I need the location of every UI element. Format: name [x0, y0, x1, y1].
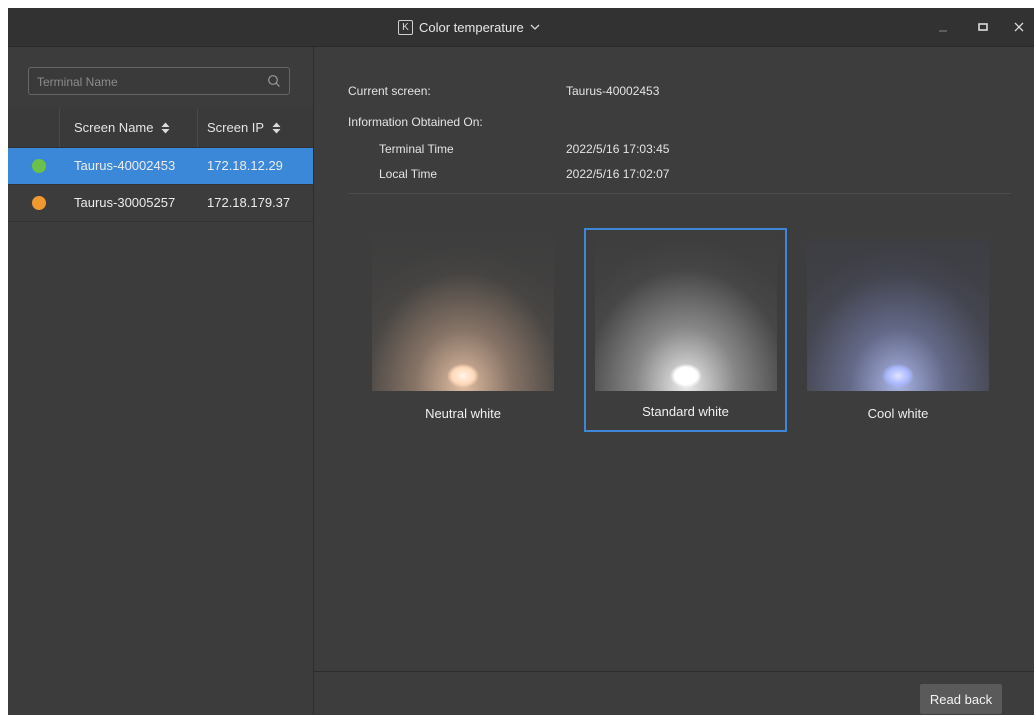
maximize-icon [978, 23, 988, 31]
terminal-time-label: Terminal Time [379, 142, 454, 156]
status-warning-icon [32, 196, 46, 210]
current-screen-value: Taurus-40002453 [566, 84, 660, 98]
column-divider [59, 109, 60, 147]
terminal-time-value: 2022/5/16 17:03:45 [566, 142, 670, 156]
table-row[interactable]: Taurus-30005257 172.18.179.37 [8, 185, 313, 222]
table-row[interactable]: Taurus-40002453 172.18.12.29 [8, 148, 313, 185]
screen-ip-cell: 172.18.179.37 [207, 195, 291, 210]
screen-name-cell: Taurus-40002453 [74, 158, 176, 173]
preset-label: Cool white [867, 406, 929, 421]
standard-white-lamp-image [595, 239, 777, 391]
column-divider [197, 109, 198, 147]
sort-icon [272, 122, 281, 133]
local-time-value: 2022/5/16 17:02:07 [566, 167, 670, 181]
local-time-label: Local Time [379, 167, 438, 181]
title-bar: K Color temperature [8, 8, 1034, 47]
screen-name-column-header[interactable]: Screen Name [74, 120, 170, 135]
table-header: Screen Name Screen IP [8, 109, 313, 148]
search-icon[interactable] [267, 74, 281, 88]
close-button[interactable] [1012, 20, 1026, 34]
screen-name-header-label: Screen Name [74, 120, 154, 135]
terminal-search-box [28, 67, 290, 95]
screen-name-cell: Taurus-30005257 [74, 195, 176, 210]
color-temperature-panel: Current screen: Taurus-40002453 Informat… [314, 47, 1034, 715]
preset-cool-white[interactable]: Cool white [797, 229, 999, 431]
close-icon [1014, 22, 1024, 32]
section-divider [348, 193, 1011, 194]
footer-divider [314, 671, 1034, 672]
cool-white-lamp-image [807, 239, 989, 391]
screen-ip-cell: 172.18.12.29 [207, 158, 283, 173]
status-online-icon [32, 159, 46, 173]
screen-ip-column-header[interactable]: Screen IP [207, 120, 281, 135]
screen-ip-header-label: Screen IP [207, 120, 265, 135]
kelvin-icon: K [398, 19, 413, 35]
read-back-button[interactable]: Read back [920, 684, 1002, 714]
terminal-search-input[interactable] [35, 71, 259, 93]
minimize-icon [939, 30, 947, 32]
window-title-dropdown[interactable]: K Color temperature [398, 18, 540, 36]
current-screen-label: Current screen: [348, 84, 431, 98]
terminal-list-panel: Screen Name Screen IP Taurus-40002453 17… [8, 47, 314, 715]
preset-standard-white[interactable]: Standard white [584, 228, 787, 432]
preset-label: Neutral white [425, 406, 501, 421]
color-temperature-window: K Color temperature Scre [8, 8, 1034, 715]
window-title: Color temperature [419, 19, 524, 35]
preset-label: Standard white [642, 404, 729, 419]
chevron-down-icon [530, 24, 540, 30]
preset-neutral-white[interactable]: Neutral white [362, 229, 564, 431]
minimize-button[interactable] [936, 20, 950, 34]
neutral-white-lamp-image [372, 239, 554, 391]
sort-icon [161, 122, 170, 133]
maximize-button[interactable] [976, 20, 990, 34]
information-obtained-label: Information Obtained On: [348, 115, 483, 129]
